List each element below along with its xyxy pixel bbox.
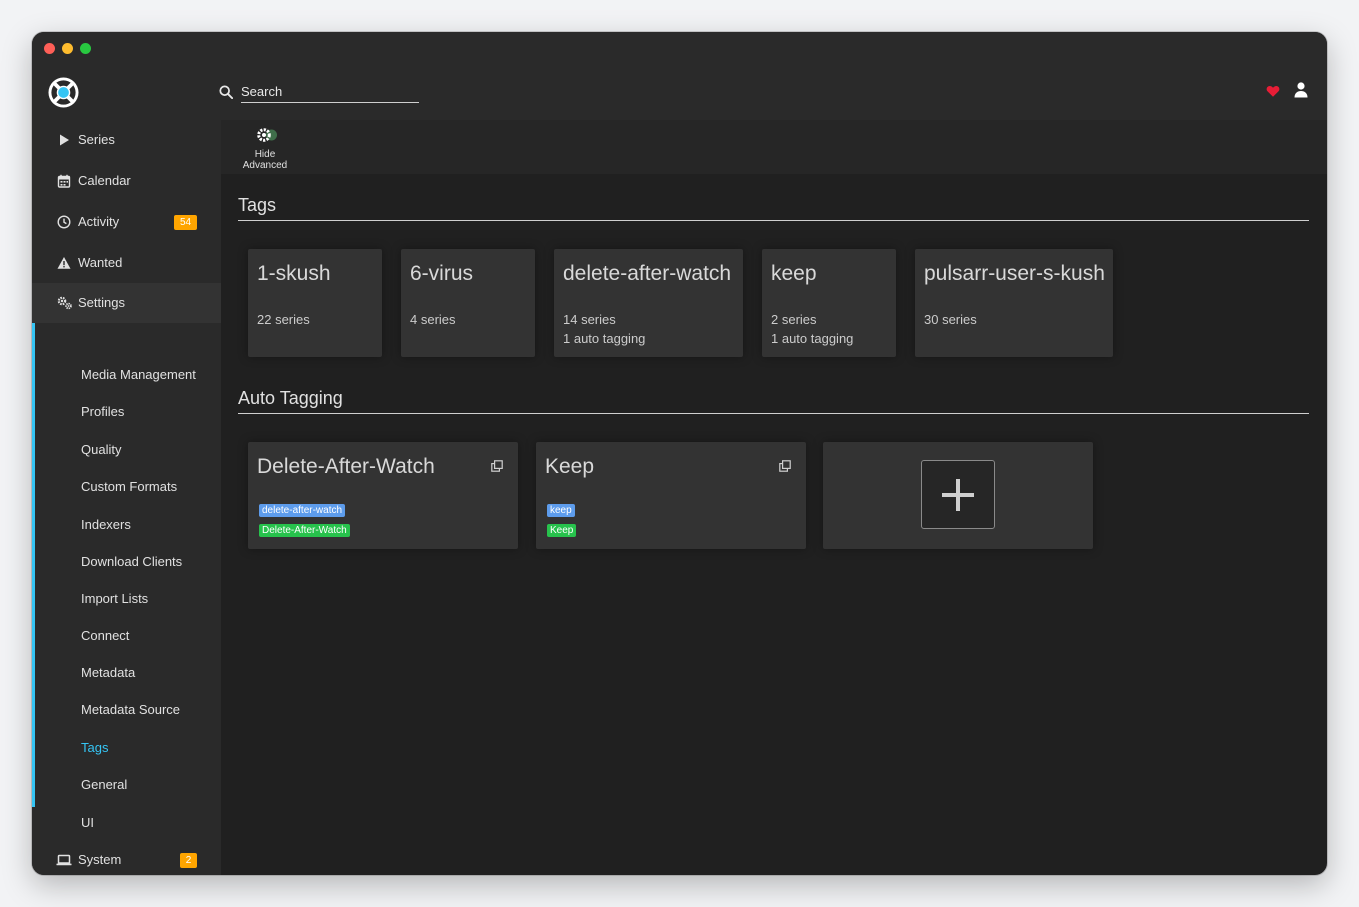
sidebar-item-activity[interactable]: Activity 54 xyxy=(32,202,221,242)
title-bar xyxy=(32,32,1327,64)
auto-tagging-section-title: Auto Tagging xyxy=(238,388,343,408)
tag-card-keep[interactable]: keep 2 series 1 auto tagging xyxy=(762,249,896,357)
settings-sub-indexers[interactable]: Indexers xyxy=(81,517,131,532)
sidebar-item-label: Activity xyxy=(78,214,120,229)
settings-sub-media-management[interactable]: Media Management xyxy=(81,367,196,382)
user-menu-icon[interactable] xyxy=(1294,82,1308,98)
settings-active-indicator xyxy=(32,283,35,807)
auto-tagging-card-delete-after-watch[interactable]: Delete-After-Watch delete-after-watch De… xyxy=(248,442,518,549)
clone-icon[interactable] xyxy=(779,460,791,472)
sidebar-item-series[interactable]: Series xyxy=(32,120,221,160)
auto-tagging-name: Delete-After-Watch xyxy=(257,455,435,478)
laptop-icon xyxy=(56,854,72,866)
settings-sub-metadata[interactable]: Metadata xyxy=(81,665,135,680)
tag-name: 6-virus xyxy=(410,262,474,285)
add-auto-tagging-button[interactable] xyxy=(921,460,995,529)
cogs-icon xyxy=(57,296,72,310)
search-box xyxy=(219,81,421,105)
tag-card-6-virus[interactable]: 6-virus 4 series xyxy=(401,249,535,357)
auto-tagging-condition-label: Keep xyxy=(547,524,577,537)
add-auto-tagging-card[interactable] xyxy=(823,442,1093,549)
tag-card-1-skush[interactable]: 1-skush 22 series xyxy=(248,249,382,357)
tag-series-count: 22 series xyxy=(257,312,310,327)
sidebar-item-calendar[interactable]: Calendar xyxy=(32,161,221,201)
system-count-badge: 2 xyxy=(180,853,197,868)
tags-section-divider xyxy=(238,220,1309,221)
minimize-window-button[interactable] xyxy=(62,43,73,54)
settings-sub-profiles[interactable]: Profiles xyxy=(81,404,124,419)
activity-count-badge: 54 xyxy=(174,215,197,230)
play-icon xyxy=(60,134,69,146)
settings-sub-custom-formats[interactable]: Custom Formats xyxy=(81,479,177,494)
sidebar-item-label: Wanted xyxy=(78,255,123,270)
sidebar-item-label: System xyxy=(78,852,122,867)
tag-auto-tagging-count: 1 auto tagging xyxy=(563,331,646,346)
page-toolbar: Hide Advanced xyxy=(221,120,1327,174)
settings-sub-ui[interactable]: UI xyxy=(81,815,94,830)
search-icon xyxy=(219,85,233,99)
hide-advanced-line1: Hide xyxy=(254,149,276,160)
tag-name: 1-skush xyxy=(257,262,331,285)
calendar-icon xyxy=(57,174,71,188)
settings-sub-tags[interactable]: Tags xyxy=(81,740,108,755)
tag-series-count: 2 series xyxy=(771,312,817,327)
settings-sub-general[interactable]: General xyxy=(81,777,127,792)
sidebar-item-settings[interactable]: Settings xyxy=(32,283,221,323)
tag-series-count: 14 series xyxy=(563,312,616,327)
cog-toggle-icon xyxy=(257,128,277,142)
hide-advanced-line2: Advanced xyxy=(242,160,288,171)
clone-icon[interactable] xyxy=(491,460,503,472)
auto-tagging-name: Keep xyxy=(545,455,595,478)
page-header xyxy=(32,64,1327,120)
tag-name: keep xyxy=(771,262,817,285)
sidebar-item-label: Series xyxy=(78,132,115,147)
tag-name: pulsarr-user-s-kush xyxy=(924,262,1105,285)
tag-name: delete-after-watch xyxy=(563,262,732,285)
maximize-window-button[interactable] xyxy=(80,43,91,54)
app-window: Series Calendar Activity 54 xyxy=(32,32,1327,875)
auto-tagging-tag-label: delete-after-watch xyxy=(259,504,346,517)
settings-sub-quality[interactable]: Quality xyxy=(81,442,121,457)
settings-sub-connect[interactable]: Connect xyxy=(81,628,129,643)
sidebar-item-label: Calendar xyxy=(78,173,131,188)
tag-series-count: 4 series xyxy=(410,312,456,327)
tag-series-count: 30 series xyxy=(924,312,977,327)
sonarr-logo-icon[interactable] xyxy=(48,77,79,108)
sidebar-item-wanted[interactable]: Wanted xyxy=(32,243,221,283)
warning-icon xyxy=(57,257,71,269)
settings-sub-import-lists[interactable]: Import Lists xyxy=(81,591,148,606)
clock-icon xyxy=(57,215,71,229)
auto-tagging-tag-label: keep xyxy=(547,504,575,517)
hide-advanced-button[interactable]: Hide Advanced xyxy=(231,126,299,171)
search-input[interactable] xyxy=(241,81,419,103)
settings-sub-metadata-source[interactable]: Metadata Source xyxy=(81,702,180,717)
tag-card-pulsarr-user-s-kush[interactable]: pulsarr-user-s-kush 30 series xyxy=(915,249,1113,357)
auto-tagging-condition-label: Delete-After-Watch xyxy=(259,524,350,537)
sidebar: Series Calendar Activity 54 Wanted Setti… xyxy=(32,120,221,875)
close-window-button[interactable] xyxy=(44,43,55,54)
tags-section-title: Tags xyxy=(238,195,277,215)
settings-sub-download-clients[interactable]: Download Clients xyxy=(81,554,182,569)
tag-auto-tagging-count: 1 auto tagging xyxy=(771,331,854,346)
sidebar-item-system[interactable]: System 2 xyxy=(32,840,221,875)
heart-icon[interactable] xyxy=(1266,84,1280,98)
sidebar-item-label: Settings xyxy=(78,295,125,310)
auto-tagging-section-divider xyxy=(238,413,1309,414)
tag-card-delete-after-watch[interactable]: delete-after-watch 14 series 1 auto tagg… xyxy=(554,249,743,357)
plus-icon xyxy=(942,479,974,511)
auto-tagging-card-keep[interactable]: Keep keep Keep xyxy=(536,442,806,549)
